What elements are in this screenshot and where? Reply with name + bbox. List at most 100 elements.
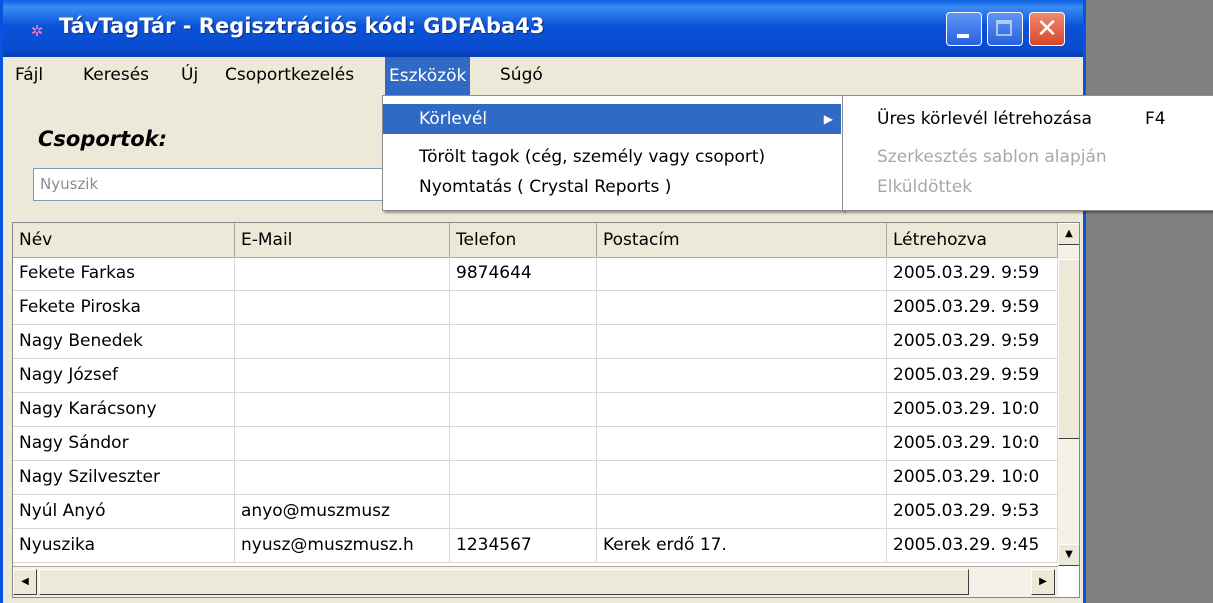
- submenu-arrow-icon: ▶: [823, 112, 833, 126]
- eszkozok-dropdown: Körlevél ▶ Törölt tagok (cég, személy va…: [382, 95, 844, 211]
- menu-item-label: Körlevél: [419, 109, 488, 129]
- cell-phone: 1234567: [450, 529, 597, 562]
- cell-name: Nyuszika: [13, 529, 235, 562]
- menu-kereses[interactable]: Keresés: [79, 65, 153, 85]
- column-header-name[interactable]: Név: [13, 223, 235, 257]
- menu-bar: Fájl Keresés Új Csoportkezelés Eszközök …: [3, 57, 1083, 95]
- cell-created: 2005.03.29. 10:0: [887, 393, 1058, 426]
- cell-phone: 9874644: [450, 257, 597, 290]
- scroll-left-button[interactable]: ◀: [13, 569, 37, 595]
- shortcut-label: F4: [1145, 109, 1166, 129]
- cell-created: 2005.03.29. 9:59: [887, 359, 1058, 392]
- horizontal-scrollbar[interactable]: ◀ ▶: [13, 566, 1058, 597]
- cell-email: [235, 427, 450, 460]
- cell-email: [235, 325, 450, 358]
- minimize-icon: [957, 34, 969, 38]
- cell-email: anyo@muszmusz: [235, 495, 450, 528]
- submenu-item-elkuldottek: Elküldöttek: [877, 177, 973, 197]
- group-select[interactable]: Nyuszik: [33, 168, 393, 201]
- cell-address: [597, 495, 887, 528]
- cell-address: [597, 325, 887, 358]
- cell-phone: [450, 495, 597, 528]
- close-button[interactable]: ✕: [1029, 12, 1065, 46]
- cell-created: 2005.03.29. 9:59: [887, 257, 1058, 290]
- cell-created: 2005.03.29. 10:0: [887, 427, 1058, 460]
- table-row[interactable]: Nagy Karácsony 2005.03.29. 10:0: [13, 393, 1058, 427]
- cell-name: Nyúl Anyó: [13, 495, 235, 528]
- app-logo-icon: ✲: [30, 22, 44, 40]
- scroll-right-button[interactable]: ▶: [1031, 569, 1055, 595]
- menu-uj[interactable]: Új: [177, 65, 202, 85]
- cell-created: 2005.03.29. 9:53: [887, 495, 1058, 528]
- table-row[interactable]: Nagy József 2005.03.29. 9:59: [13, 359, 1058, 393]
- cell-email: [235, 257, 450, 290]
- menu-item-korlevel[interactable]: Körlevél ▶: [383, 104, 841, 134]
- cell-name: Nagy József: [13, 359, 235, 392]
- column-header-email[interactable]: E-Mail: [235, 223, 450, 257]
- cell-name: Nagy Benedek: [13, 325, 235, 358]
- menu-item-torolt-tagok[interactable]: Törölt tagok (cég, személy vagy csoport): [383, 142, 841, 172]
- cell-email: nyusz@muszmusz.h: [235, 529, 450, 562]
- submenu-item-ures-korlevel[interactable]: Üres körlevél létrehozása F4: [843, 104, 1212, 134]
- cell-address: [597, 461, 887, 494]
- submenu-item-label: Üres körlevél létrehozása: [877, 109, 1092, 129]
- menu-item-nyomtatas[interactable]: Nyomtatás ( Crystal Reports ): [383, 172, 841, 202]
- cell-name: Nagy Szilveszter: [13, 461, 235, 494]
- cell-name: Fekete Farkas: [13, 257, 235, 290]
- vertical-scrollbar[interactable]: ▲ ▼: [1058, 223, 1079, 566]
- app-window: ✲ TávTagTár - Regisztrációs kód: GDFAba4…: [0, 0, 1086, 603]
- cell-phone: [450, 461, 597, 494]
- grid-header: Név E-Mail Telefon Postacím Létrehozva: [13, 223, 1058, 258]
- close-icon: ✕: [1036, 14, 1058, 44]
- menu-eszkozok[interactable]: Eszközök: [385, 57, 471, 95]
- minimize-button[interactable]: [946, 12, 982, 46]
- cell-name: Nagy Sándor: [13, 427, 235, 460]
- cell-address: [597, 427, 887, 460]
- cell-created: 2005.03.29. 9:45: [887, 529, 1058, 562]
- table-row[interactable]: Nyuszika nyusz@muszmusz.h 1234567 Kerek …: [13, 529, 1058, 563]
- table-row[interactable]: Nagy Szilveszter 2005.03.29. 10:0: [13, 461, 1058, 495]
- cell-created: 2005.03.29. 9:59: [887, 291, 1058, 324]
- cell-phone: [450, 291, 597, 324]
- column-header-created[interactable]: Létrehozva: [887, 223, 1058, 257]
- korlevel-submenu: Üres körlevél létrehozása F4 Szerkesztés…: [842, 95, 1213, 211]
- groups-label: Csoportok:: [38, 127, 167, 151]
- vertical-scroll-thumb[interactable]: [1058, 259, 1079, 439]
- column-header-phone[interactable]: Telefon: [450, 223, 597, 257]
- cell-email: [235, 291, 450, 324]
- maximize-icon: [996, 20, 1012, 36]
- menu-fajl[interactable]: Fájl: [11, 65, 47, 85]
- title-bar[interactable]: ✲ TávTagTár - Regisztrációs kód: GDFAba4…: [3, 0, 1083, 57]
- cell-name: Fekete Piroska: [13, 291, 235, 324]
- table-row[interactable]: Fekete Piroska 2005.03.29. 9:59: [13, 291, 1058, 325]
- scroll-up-button[interactable]: ▲: [1058, 223, 1079, 245]
- table-row[interactable]: Fekete Farkas 9874644 2005.03.29. 9:59: [13, 257, 1058, 291]
- table-row[interactable]: Nyúl Anyó anyo@muszmusz 2005.03.29. 9:53: [13, 495, 1058, 529]
- cell-address: [597, 359, 887, 392]
- cell-address: Kerek erdő 17.: [597, 529, 887, 562]
- window-title: TávTagTár - Regisztrációs kód: GDFAba43: [59, 14, 545, 38]
- table-row[interactable]: Nagy Benedek 2005.03.29. 9:59: [13, 325, 1058, 359]
- cell-phone: [450, 325, 597, 358]
- cell-address: [597, 291, 887, 324]
- maximize-button[interactable]: [987, 12, 1023, 46]
- table-row[interactable]: Nagy Sándor 2005.03.29. 10:0: [13, 427, 1058, 461]
- submenu-item-szerkesztes-sablon: Szerkesztés sablon alapján: [877, 147, 1107, 167]
- cell-created: 2005.03.29. 10:0: [887, 461, 1058, 494]
- cell-email: [235, 393, 450, 426]
- scroll-down-button[interactable]: ▼: [1058, 544, 1079, 566]
- cell-email: [235, 461, 450, 494]
- cell-name: Nagy Karácsony: [13, 393, 235, 426]
- cell-phone: [450, 359, 597, 392]
- menu-sugo[interactable]: Súgó: [496, 65, 547, 85]
- cell-address: [597, 257, 887, 290]
- cell-address: [597, 393, 887, 426]
- horizontal-scroll-thumb[interactable]: [39, 569, 969, 595]
- cell-phone: [450, 427, 597, 460]
- column-header-address[interactable]: Postacím: [597, 223, 887, 257]
- cell-email: [235, 359, 450, 392]
- cell-phone: [450, 393, 597, 426]
- cell-created: 2005.03.29. 9:59: [887, 325, 1058, 358]
- members-grid: Név E-Mail Telefon Postacím Létrehozva F…: [12, 222, 1080, 598]
- menu-csoportkezeles[interactable]: Csoportkezelés: [221, 65, 358, 85]
